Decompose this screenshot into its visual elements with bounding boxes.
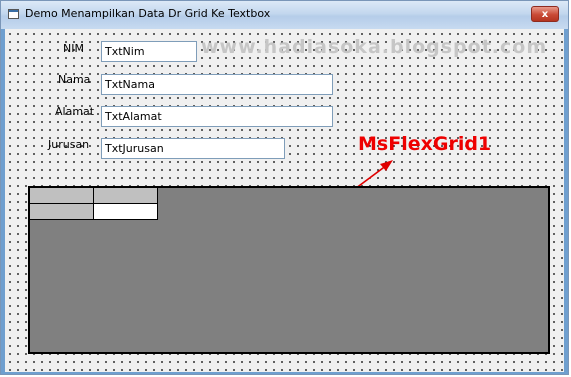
alamat-label: Alamat [55,105,95,118]
jurusan-label: Jurusan [48,138,90,151]
msflexgrid[interactable] [28,186,550,354]
nama-label: Nama [58,73,91,86]
nim-textbox[interactable]: TxtNim [101,41,197,62]
close-button[interactable]: x [531,6,559,22]
nama-textbox[interactable]: TxtNama [101,74,333,95]
grid-annotation-label: MsFlexGrid1 [358,133,492,155]
grid-fixed-header-cell[interactable] [94,188,158,204]
app-window: Demo Menampilkan Data Dr Grid Ke Textbox… [0,0,569,375]
grid-fixed-corner-cell[interactable] [30,188,94,204]
alamat-textbox[interactable]: TxtAlamat [101,106,333,127]
grid-fixed-row-cell[interactable] [30,204,94,220]
grid-data-cell[interactable] [94,204,158,220]
title-bar[interactable]: Demo Menampilkan Data Dr Grid Ke Textbox… [1,1,568,29]
jurusan-textbox[interactable]: TxtJurusan [101,138,285,159]
form-design-surface: NIM TxtNim www.hadiasoka.blogspot.com Na… [5,29,564,372]
window-title: Demo Menampilkan Data Dr Grid Ke Textbox [25,7,271,20]
nim-label: NIM [63,42,84,55]
watermark-text: www.hadiasoka.blogspot.com [201,36,548,58]
form-icon [8,9,19,19]
